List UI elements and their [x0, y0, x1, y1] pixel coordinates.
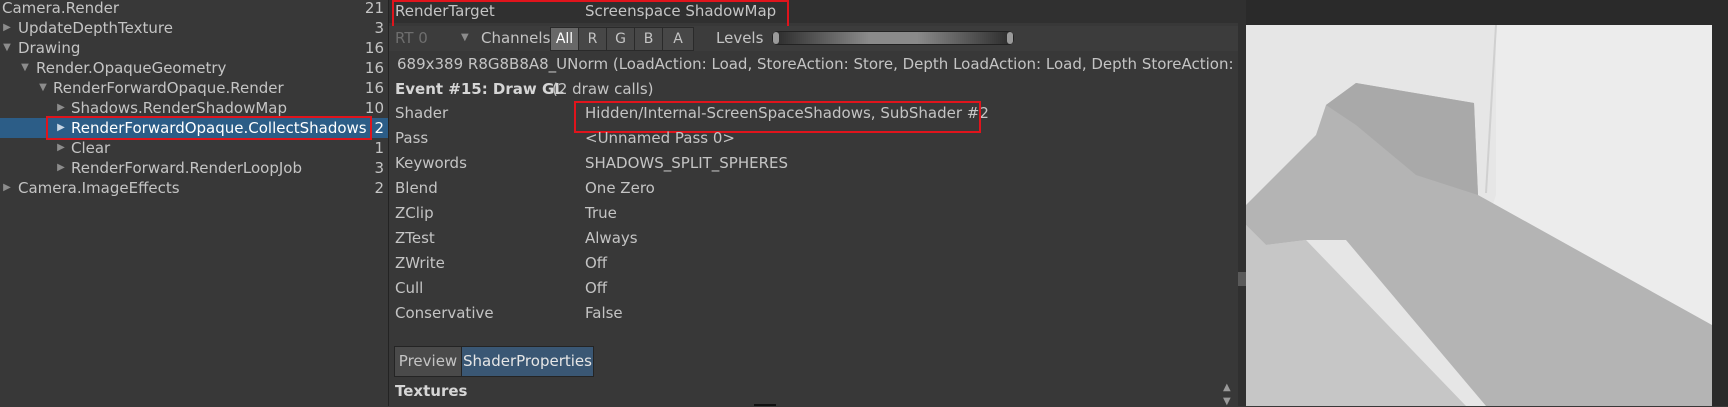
viewport-right-edge — [1712, 25, 1728, 406]
render-target-label: RenderTarget — [395, 2, 495, 20]
property-value: One Zero — [585, 179, 655, 197]
expand-arrow-icon[interactable]: ▶ — [2, 178, 12, 198]
expand-arrow-icon[interactable]: ▶ — [56, 118, 66, 138]
tree-item-label: Drawing — [18, 39, 81, 57]
channel-b-button[interactable]: B — [634, 27, 663, 51]
tree-item-count: 1 — [374, 139, 384, 157]
tree-item-label: UpdateDepthTexture — [18, 19, 173, 37]
tree-item-shadows-render-shadow-map[interactable]: ▶ Shadows.RenderShadowMap 10 — [0, 98, 388, 118]
tree-item-render-opaque-geometry[interactable]: ▼ Render.OpaqueGeometry 16 — [0, 58, 388, 78]
collapse-arrow-icon[interactable]: ▼ — [2, 38, 12, 58]
property-key: Pass — [395, 129, 429, 147]
channel-g-button[interactable]: G — [606, 27, 635, 51]
frame-event-hierarchy: Camera.Render 21 ▶ UpdateDepthTexture 3 … — [0, 0, 389, 406]
event-details-panel: RenderTarget Screenspace ShadowMap RT 0 … — [389, 0, 1240, 407]
tree-item-label: Render.OpaqueGeometry — [36, 59, 227, 77]
tree-item-count: 2 — [374, 179, 384, 197]
property-value: True — [585, 204, 617, 222]
tree-item-count: 3 — [374, 19, 384, 37]
expand-arrow-icon[interactable]: ▶ — [56, 98, 66, 118]
property-value: SHADOWS_SPLIT_SPHERES — [585, 154, 789, 172]
channel-r-button[interactable]: R — [578, 27, 607, 51]
tree-item-clear[interactable]: ▶ Clear 1 — [0, 138, 388, 158]
channel-all-button[interactable]: All — [550, 27, 579, 51]
property-value: Off — [585, 279, 608, 297]
levels-min-handle[interactable] — [773, 32, 779, 44]
tree-item-label: RenderForwardOpaque.Render — [53, 79, 284, 97]
property-key: Keywords — [395, 154, 467, 172]
tree-item-count: 3 — [374, 159, 384, 177]
tree-item-label: Camera.ImageEffects — [18, 179, 180, 197]
channel-a-button[interactable]: A — [662, 27, 694, 51]
expand-arrow-icon[interactable]: ▶ — [56, 158, 66, 178]
levels-range-slider[interactable] — [772, 31, 1014, 45]
tree-item-update-depth-texture[interactable]: ▶ UpdateDepthTexture 3 — [0, 18, 388, 38]
tree-item-count: 16 — [364, 59, 384, 77]
channels-label: Channels — [481, 29, 551, 47]
scroll-down-arrow-icon[interactable]: ▼ — [1223, 396, 1231, 407]
shader-name-value[interactable]: Hidden/Internal-ScreenSpaceShadows, SubS… — [585, 101, 989, 126]
property-key: Cull — [395, 279, 424, 297]
collapse-arrow-icon[interactable]: ▼ — [20, 58, 30, 78]
scrollbar-thumb[interactable] — [1238, 272, 1246, 286]
expand-arrow-icon[interactable]: ▶ — [2, 18, 12, 38]
tree-item-count: 16 — [364, 39, 384, 57]
tab-shader-properties[interactable]: ShaderProperties — [461, 346, 594, 377]
tree-item-label: RenderForwardOpaque.CollectShadows — [71, 119, 367, 137]
collapse-arrow-icon[interactable]: ▼ — [38, 78, 48, 98]
rt-index-dropdown[interactable]: RT 0 — [395, 27, 428, 49]
tree-item-collect-shadows[interactable]: ▶ RenderForwardOpaque.CollectShadows 2 — [0, 118, 388, 138]
tree-item-count: 21 — [364, 0, 384, 17]
tree-item-drawing[interactable]: ▼ Drawing 16 — [0, 38, 388, 58]
render-target-row[interactable]: RenderTarget Screenspace ShadowMap — [389, 0, 1240, 23]
viewport-top-bar — [1246, 0, 1728, 25]
render-target-value[interactable]: Screenspace ShadowMap — [585, 0, 776, 23]
property-key: Blend — [395, 179, 438, 197]
tree-item-camera-image-effects[interactable]: ▶ Camera.ImageEffects 2 — [0, 178, 388, 198]
tree-item-label: Camera.Render — [2, 0, 120, 17]
property-key: ZTest — [395, 229, 435, 247]
screenspace-shadowmap-preview — [1246, 25, 1712, 406]
tree-item-label: Clear — [71, 139, 111, 157]
tree-item-camera-render[interactable]: Camera.Render 21 — [0, 0, 388, 18]
tab-preview[interactable]: Preview — [394, 346, 462, 377]
property-value: Off — [585, 254, 608, 272]
property-key: ZClip — [395, 204, 434, 222]
event-title: Event #15: Draw GL — [395, 80, 564, 98]
levels-max-handle[interactable] — [1007, 32, 1013, 44]
tree-item-label: Shadows.RenderShadowMap — [71, 99, 288, 117]
property-key: Shader — [395, 104, 449, 122]
property-key: Conservative — [395, 304, 494, 322]
levels-label: Levels — [716, 29, 764, 47]
tree-item-count: 10 — [364, 99, 384, 117]
scroll-up-arrow-icon[interactable]: ▲ — [1223, 382, 1231, 393]
tree-item-label: RenderForward.RenderLoopJob — [71, 159, 302, 177]
tree-item-render-loop-job[interactable]: ▶ RenderForward.RenderLoopJob 3 — [0, 158, 388, 178]
property-key: ZWrite — [395, 254, 445, 272]
property-value: Always — [585, 229, 638, 247]
tree-item-render-forward-opaque-render[interactable]: ▼ RenderForwardOpaque.Render 16 — [0, 78, 388, 98]
render-target-info: 689x389 R8G8B8A8_UNorm (LoadAction: Load… — [397, 55, 1240, 73]
textures-section-header: Textures — [395, 382, 468, 400]
shadow-map-image — [1246, 25, 1712, 406]
draw-call-count: (2 draw calls) — [552, 80, 654, 98]
tree-item-count: 2 — [374, 119, 384, 137]
viewport-scrollbar[interactable] — [1238, 0, 1246, 406]
dropdown-arrow-icon[interactable]: ▼ — [461, 27, 469, 49]
tree-item-count: 16 — [364, 79, 384, 97]
expand-arrow-icon[interactable]: ▶ — [56, 138, 66, 158]
property-value: False — [585, 304, 623, 322]
property-value: <Unnamed Pass 0> — [585, 129, 735, 147]
